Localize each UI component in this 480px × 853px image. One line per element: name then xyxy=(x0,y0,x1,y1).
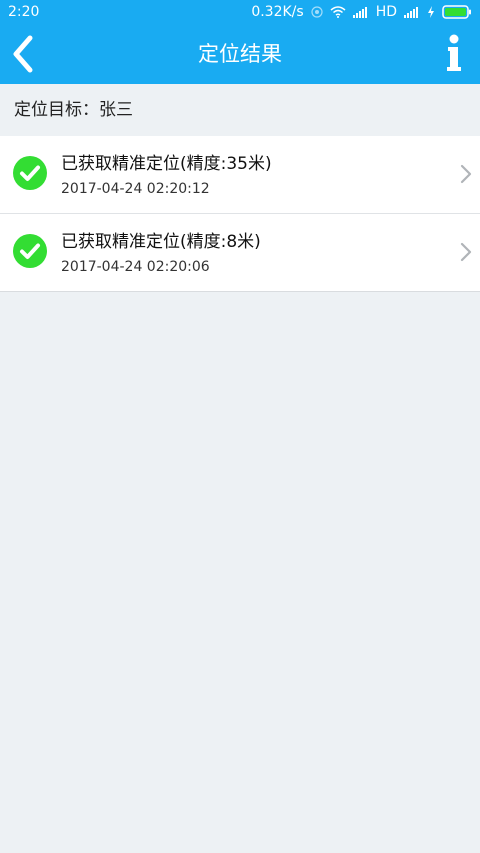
check-circle-icon xyxy=(13,156,47,190)
result-text: 已获取精准定位(精度:35米) xyxy=(61,154,272,174)
signal-icon-2 xyxy=(404,6,420,18)
result-list: 已获取精准定位(精度:35米) 2017-04-24 02:20:12 已获取精… xyxy=(0,136,480,292)
check-circle-icon xyxy=(13,234,47,268)
charging-icon xyxy=(427,6,435,18)
status-icons: 0.32K/s HD xyxy=(251,4,472,20)
signal-icon xyxy=(352,6,369,18)
target-label: 定位目标：张三 xyxy=(14,100,133,120)
result-time: 2017-04-24 02:20:12 xyxy=(61,181,210,197)
page-title: 定位结果 xyxy=(198,42,282,66)
chevron-right-icon xyxy=(460,164,472,184)
list-item[interactable]: 已获取精准定位(精度:35米) 2017-04-24 02:20:12 xyxy=(0,136,480,214)
chevron-right-icon xyxy=(460,242,472,262)
list-item[interactable]: 已获取精准定位(精度:8米) 2017-04-24 02:20:06 xyxy=(0,214,480,291)
app-header: 定位结果 xyxy=(0,24,480,84)
result-time: 2017-04-24 02:20:06 xyxy=(61,259,210,275)
info-icon xyxy=(447,34,461,71)
wifi-icon xyxy=(330,6,346,18)
battery-icon xyxy=(442,5,472,19)
hd-badge: HD xyxy=(375,4,397,20)
status-bar: 2:20 0.32K/s HD xyxy=(0,0,480,24)
net-speed: 0.32K/s xyxy=(251,4,304,20)
status-time: 2:20 xyxy=(8,4,40,20)
result-text: 已获取精准定位(精度:8米) xyxy=(61,232,261,252)
info-button[interactable] xyxy=(444,34,464,72)
location-icon xyxy=(311,6,323,18)
